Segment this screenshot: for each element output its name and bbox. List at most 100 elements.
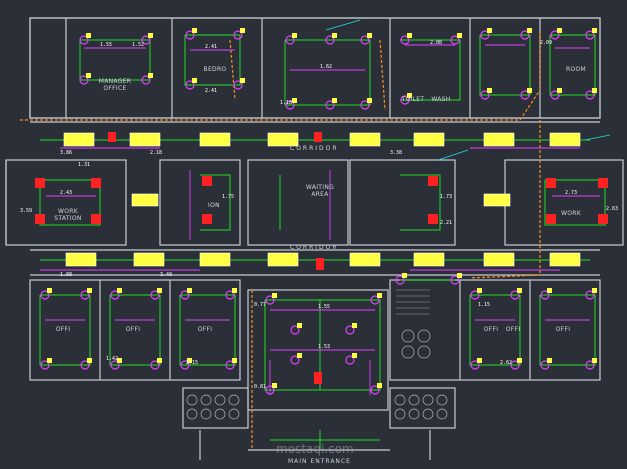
room-label-office-5: OFFI [505, 326, 521, 333]
switch-symbol [192, 78, 197, 83]
dim-text: 1.62 [320, 64, 333, 70]
switch-symbol [352, 323, 357, 328]
switch-symbol [592, 28, 597, 33]
switch-symbol [148, 33, 153, 38]
switch-symbol [517, 288, 522, 293]
room-label-work-station-right: WORK [561, 210, 581, 217]
switch-symbol [527, 88, 532, 93]
switch-symbol [592, 88, 597, 93]
switch-symbol [457, 33, 462, 38]
dim-text: 3.38 [390, 150, 403, 156]
main-entrance-label: MAIN ENTRANCE [288, 458, 351, 465]
dim-text: 2.73 [565, 190, 578, 196]
switch-symbol [87, 288, 92, 293]
switch-symbol [377, 293, 382, 298]
switch-symbol [367, 33, 372, 38]
dim-text: 2.41 [205, 44, 218, 50]
switch-symbol [402, 273, 407, 278]
dim-text: 0.81 [254, 384, 267, 390]
dim-text: 2.21 [440, 220, 453, 226]
dim-text: 2.08 [430, 40, 443, 46]
switch-symbol [157, 288, 162, 293]
switch-symbol [187, 288, 192, 293]
dim-text: 1.31 [78, 162, 91, 168]
switch-symbol [192, 28, 197, 33]
corridor-label-mid: CORRIDOR [290, 244, 339, 251]
room-label-work-station-left: WORK STATION [54, 208, 82, 222]
dim-text: 3.59 [20, 208, 33, 214]
dim-text: 1.53 [318, 344, 331, 350]
switch-symbol [297, 323, 302, 328]
room-label-office-6: OFFI [555, 326, 571, 333]
dim-text: 2.18 [150, 150, 163, 156]
stairs [396, 289, 430, 315]
room-label-office-1: OFFI [55, 326, 71, 333]
dim-text: 1.55 [318, 304, 331, 310]
switch-symbol [592, 358, 597, 363]
switch-symbol [477, 358, 482, 363]
switch-symbol [557, 28, 562, 33]
room-label-bedroom: BEDRO [203, 66, 227, 73]
left-workstation-wall [5, 159, 127, 246]
room-label-wash: WASH [431, 96, 451, 103]
dim-text: 2.09 [540, 40, 553, 46]
feeder-routes [20, 30, 541, 450]
dim-text: 3.48 [160, 272, 173, 278]
switch-symbol [117, 288, 122, 293]
switch-symbol [477, 288, 482, 293]
switch-symbol [86, 73, 91, 78]
switch-symbol [272, 293, 277, 298]
switch-symbol [487, 88, 492, 93]
top-wing-wall [29, 17, 601, 119]
lighting-circuits [39, 34, 606, 450]
waiting-area-wall [247, 159, 349, 246]
room-label-toilet: TOILET [401, 96, 425, 103]
room-label-waiting-area: WAITING AREA [305, 184, 335, 198]
switch-symbol [352, 353, 357, 358]
room-label-room-top: ROOM [566, 66, 586, 73]
switch-symbol [232, 358, 237, 363]
switch-symbol [332, 98, 337, 103]
room-label-office-3: OFFI [197, 326, 213, 333]
room-label-office-4: OFFI [483, 326, 499, 333]
switch-symbol [367, 98, 372, 103]
dim-text: 1.52 [132, 42, 145, 48]
switch-symbol [407, 33, 412, 38]
dim-text: 2.43 [60, 190, 73, 196]
switch-symbol [292, 98, 297, 103]
dim-text: 3.86 [60, 150, 73, 156]
corridor-label-top: CORRIDOR [290, 145, 339, 152]
switch-symbol [292, 33, 297, 38]
dim-text: 1.75 [222, 194, 235, 200]
cad-drawing-canvas[interactable]: MANAGER OFFICE BEDRO TOILET WASH ROOM WO… [0, 0, 627, 469]
switch-symbol [332, 33, 337, 38]
switch-symbol [377, 383, 382, 388]
switch-symbol [240, 78, 245, 83]
switch-symbol [87, 358, 92, 363]
watermark: mostaqi.com [276, 442, 354, 456]
switch-symbol [232, 288, 237, 293]
switch-symbol [557, 88, 562, 93]
switch-symbol [157, 358, 162, 363]
switch-symbol [592, 288, 597, 293]
dim-text: 1.18 [280, 100, 293, 106]
switch-symbol [527, 28, 532, 33]
dim-text: 2.15 [186, 360, 199, 366]
switch-symbol [86, 33, 91, 38]
dim-text: 1.42 [106, 356, 119, 362]
switch-symbol [148, 73, 153, 78]
room-label-manager-office: MANAGER OFFICE [98, 78, 132, 92]
switch-symbol [47, 288, 52, 293]
room-label-mid: ION [208, 202, 220, 209]
dim-text: 1.15 [478, 302, 491, 308]
switch-symbol [487, 28, 492, 33]
dim-text: 2.62 [500, 360, 513, 366]
switch-symbol [240, 28, 245, 33]
switch-symbol [547, 358, 552, 363]
switch-symbol [272, 383, 277, 388]
switch-symbol [297, 353, 302, 358]
switch-symbol [47, 358, 52, 363]
dim-text: 0.77 [254, 302, 267, 308]
dim-text: 1.55 [100, 42, 113, 48]
dim-text: 1.88 [60, 272, 73, 278]
